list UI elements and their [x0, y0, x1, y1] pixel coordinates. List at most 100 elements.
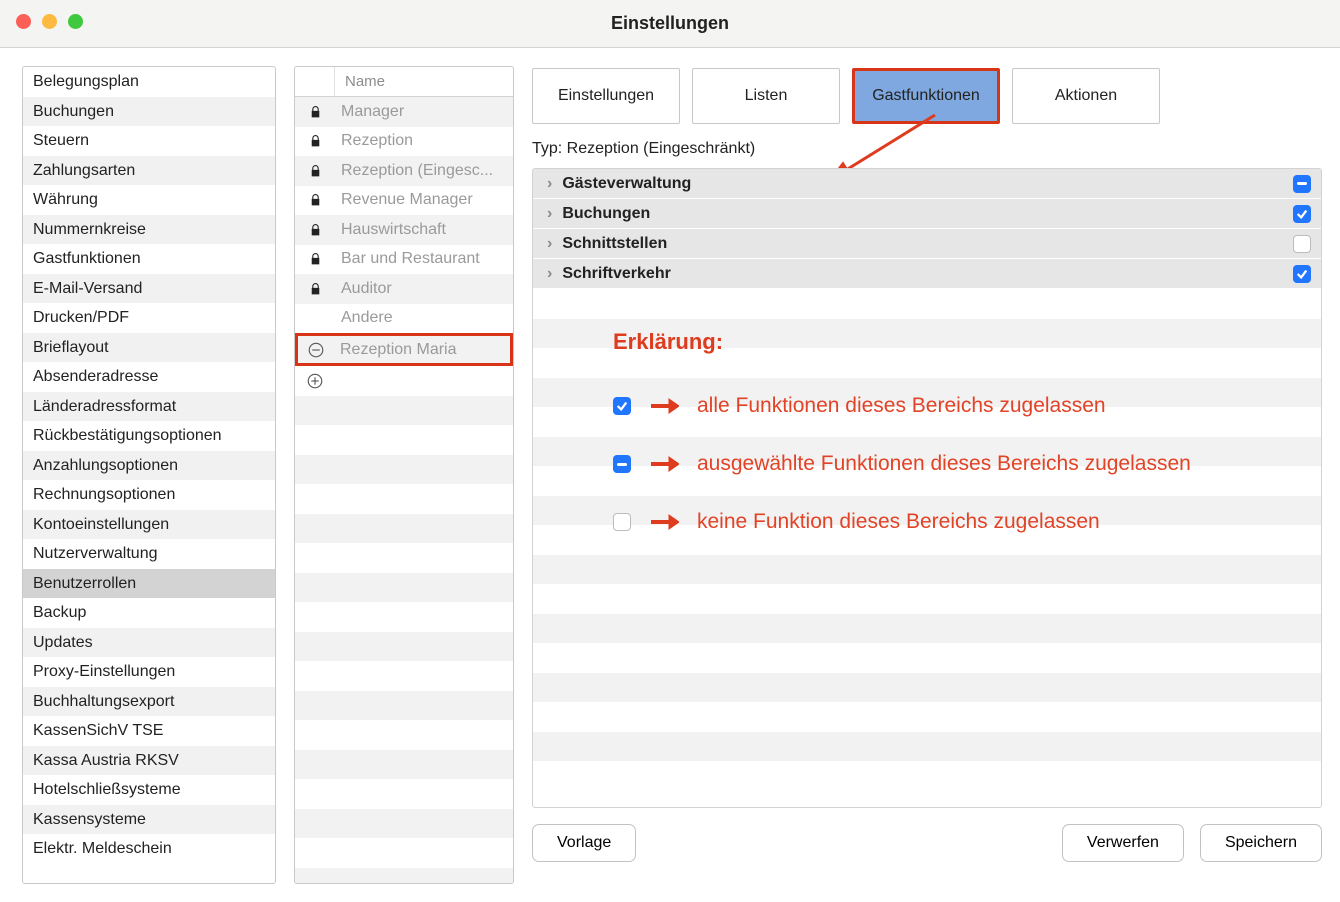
- empty-row: [295, 661, 513, 691]
- section-label: Gästeverwaltung: [562, 175, 1293, 193]
- settings-item[interactable]: Kassa Austria RKSV: [23, 746, 275, 776]
- role-name: Bar und Restaurant: [335, 250, 513, 268]
- role-row[interactable]: Revenue Manager: [295, 186, 513, 216]
- settings-item[interactable]: Zahlungsarten: [23, 156, 275, 186]
- role-name: Auditor: [335, 280, 513, 298]
- settings-item[interactable]: Benutzerrollen: [23, 569, 275, 599]
- settings-item[interactable]: Anzahlungsoptionen: [23, 451, 275, 481]
- empty-row: [533, 761, 1321, 791]
- empty-row: [295, 720, 513, 750]
- empty-row: [533, 584, 1321, 614]
- lock-icon: [295, 163, 335, 179]
- empty-row: [295, 396, 513, 426]
- settings-item[interactable]: Brieflayout: [23, 333, 275, 363]
- section-checkbox[interactable]: [1293, 205, 1311, 223]
- checkbox-example: [613, 455, 631, 473]
- tab-listen[interactable]: Listen: [692, 68, 840, 124]
- explanation-row: keine Funktion dieses Bereichs zugelasse…: [613, 493, 1289, 551]
- close-window-button[interactable]: [16, 14, 31, 29]
- settings-item[interactable]: Elektr. Meldeschein: [23, 834, 275, 864]
- lock-icon: [295, 104, 335, 120]
- role-row[interactable]: Rezeption: [295, 127, 513, 157]
- role-row[interactable]: Rezeption (Eingesc...: [295, 156, 513, 186]
- plus-icon[interactable]: [295, 372, 335, 390]
- empty-row: [295, 868, 513, 885]
- empty-row: [295, 455, 513, 485]
- settings-item[interactable]: Belegungsplan: [23, 67, 275, 97]
- lock-icon: [295, 281, 335, 297]
- remove-icon[interactable]: [298, 341, 334, 359]
- role-name: Rezeption (Eingesc...: [335, 162, 513, 180]
- template-button[interactable]: Vorlage: [532, 824, 636, 862]
- section-checkbox[interactable]: [1293, 175, 1311, 193]
- chevron-right-icon: ›: [547, 235, 552, 253]
- discard-button[interactable]: Verwerfen: [1062, 824, 1184, 862]
- empty-row: [533, 702, 1321, 732]
- window-controls: [16, 14, 83, 29]
- settings-item[interactable]: Hotelschließsysteme: [23, 775, 275, 805]
- settings-item[interactable]: KassenSichV TSE: [23, 716, 275, 746]
- chevron-right-icon: ›: [547, 205, 552, 223]
- checkbox-example: [613, 513, 631, 531]
- explanation-text: ausgewählte Funktionen dieses Bereichs z…: [697, 452, 1191, 476]
- role-row[interactable]: Auditor: [295, 274, 513, 304]
- minimize-window-button[interactable]: [42, 14, 57, 29]
- permission-section[interactable]: ›Buchungen: [533, 199, 1321, 229]
- role-name: Hauswirtschaft: [335, 221, 513, 239]
- checkbox-example: [613, 397, 631, 415]
- empty-row: [295, 543, 513, 573]
- save-button[interactable]: Speichern: [1200, 824, 1322, 862]
- role-row[interactable]: Bar und Restaurant: [295, 245, 513, 275]
- settings-item[interactable]: Länderadressformat: [23, 392, 275, 422]
- empty-row: [533, 555, 1321, 585]
- explanation-text: alle Funktionen dieses Bereichs zugelass…: [697, 394, 1106, 418]
- settings-item[interactable]: Updates: [23, 628, 275, 658]
- explanation-row: alle Funktionen dieses Bereichs zugelass…: [613, 377, 1289, 435]
- section-checkbox[interactable]: [1293, 235, 1311, 253]
- settings-item[interactable]: Rechnungsoptionen: [23, 480, 275, 510]
- settings-item[interactable]: Gastfunktionen: [23, 244, 275, 274]
- section-checkbox[interactable]: [1293, 265, 1311, 283]
- settings-item[interactable]: Kassensysteme: [23, 805, 275, 835]
- window-title: Einstellungen: [611, 13, 729, 34]
- add-role-row[interactable]: [295, 366, 513, 396]
- empty-row: [295, 838, 513, 868]
- role-row[interactable]: Hauswirtschaft: [295, 215, 513, 245]
- settings-item[interactable]: Kontoeinstellungen: [23, 510, 275, 540]
- permission-section[interactable]: › Gästeverwaltung: [533, 169, 1321, 199]
- role-row[interactable]: Manager: [295, 97, 513, 127]
- settings-item[interactable]: Buchhaltungsexport: [23, 687, 275, 717]
- permission-section[interactable]: ›Schnittstellen: [533, 229, 1321, 259]
- explanation-overlay: Erklärung:alle Funktionen dieses Bereich…: [569, 299, 1299, 551]
- explanation-text: keine Funktion dieses Bereichs zugelasse…: [697, 510, 1100, 534]
- settings-item[interactable]: Nummernkreise: [23, 215, 275, 245]
- settings-category-list: BelegungsplanBuchungenSteuernZahlungsart…: [22, 66, 276, 884]
- permission-section[interactable]: ›Schriftverkehr: [533, 259, 1321, 289]
- lock-icon: [295, 133, 335, 149]
- settings-item[interactable]: Währung: [23, 185, 275, 215]
- settings-item[interactable]: Backup: [23, 598, 275, 628]
- arrow-right-icon: [649, 511, 679, 533]
- roles-header: Name: [295, 67, 513, 97]
- role-name: Rezeption Maria: [334, 341, 510, 359]
- settings-item[interactable]: Proxy-Einstellungen: [23, 657, 275, 687]
- empty-row: [295, 632, 513, 662]
- settings-item[interactable]: Rückbestätigungsoptionen: [23, 421, 275, 451]
- chevron-right-icon: ›: [547, 175, 552, 193]
- tab-einstellungen[interactable]: Einstellungen: [532, 68, 680, 124]
- main-panel: EinstellungenListenGastfunktionenAktione…: [532, 66, 1322, 886]
- empty-row: [295, 484, 513, 514]
- empty-row: [295, 779, 513, 809]
- settings-item[interactable]: E-Mail-Versand: [23, 274, 275, 304]
- maximize-window-button[interactable]: [68, 14, 83, 29]
- settings-item[interactable]: Steuern: [23, 126, 275, 156]
- settings-item[interactable]: Drucken/PDF: [23, 303, 275, 333]
- settings-item[interactable]: Absenderadresse: [23, 362, 275, 392]
- settings-item[interactable]: Buchungen: [23, 97, 275, 127]
- role-row[interactable]: Andere: [295, 304, 513, 334]
- settings-item[interactable]: Nutzerverwaltung: [23, 539, 275, 569]
- empty-row: [295, 573, 513, 603]
- tab-aktionen[interactable]: Aktionen: [1012, 68, 1160, 124]
- role-row[interactable]: Rezeption Maria: [295, 333, 513, 366]
- workspace: BelegungsplanBuchungenSteuernZahlungsart…: [0, 48, 1340, 886]
